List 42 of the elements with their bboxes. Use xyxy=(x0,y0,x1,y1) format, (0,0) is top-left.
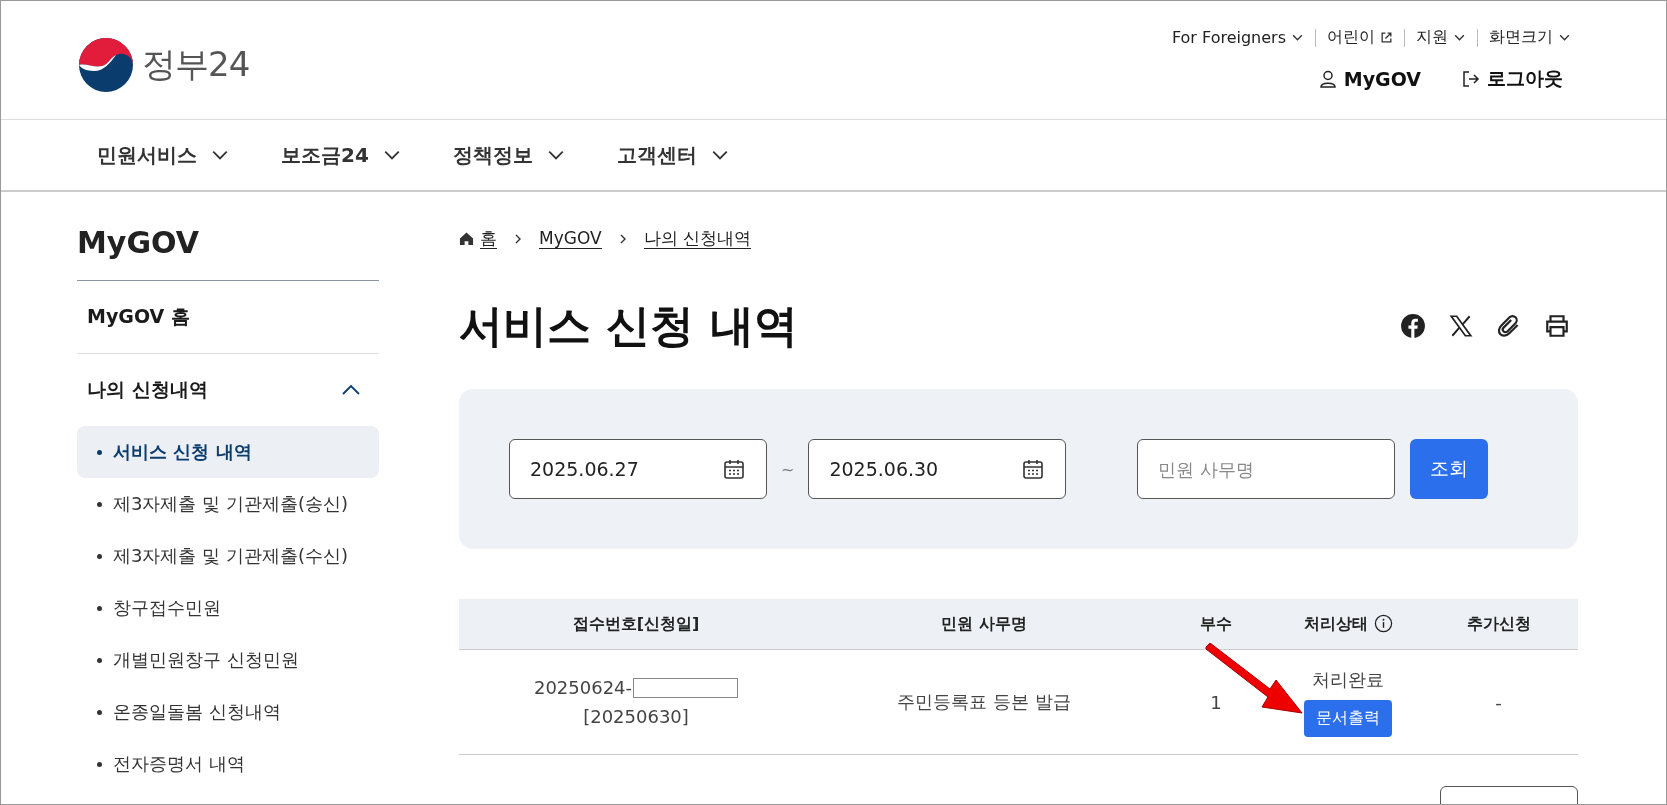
search-button[interactable]: 조회 xyxy=(1410,439,1489,499)
page-title: 서비스 신청 내역 xyxy=(459,298,798,353)
nav-menu-item[interactable]: 정책정보 xyxy=(452,141,565,169)
sidebar-subitem[interactable]: 온종일돌봄 신청내역 xyxy=(77,686,379,738)
breadcrumb-link[interactable]: 나의 신청내역 xyxy=(643,228,752,249)
column-header: 접수번호[신청일] xyxy=(572,613,700,633)
column-header: 추가신청 xyxy=(1466,613,1531,633)
top-link[interactable]: 지원 xyxy=(1405,27,1477,48)
user-link[interactable]: 로그아웃 xyxy=(1461,66,1563,92)
table-cell: 주민등록표 등본 발급 xyxy=(897,691,1071,712)
nav-menu-item[interactable]: 민원서비스 xyxy=(97,141,229,169)
status-text: 처리완료 xyxy=(1311,667,1385,692)
top-link[interactable]: 어린이 xyxy=(1316,27,1404,48)
search-field[interactable]: 민원 사무명 xyxy=(1137,439,1396,499)
sidebar-subitem[interactable]: 창구접수민원 xyxy=(77,582,379,634)
table-cell: - xyxy=(1495,691,1502,713)
sidebar-item[interactable]: MyGOV 홈 xyxy=(77,281,379,353)
sidebar-subitem[interactable]: 전자증명서 내역 xyxy=(77,738,379,790)
nav-menu-item[interactable]: 고객센터 xyxy=(616,141,729,169)
column-header: 민원 사무명 xyxy=(941,613,1027,633)
sidebar-subitem[interactable]: 개별민원창구 신청민원 xyxy=(77,634,379,686)
column-header: 처리상태 xyxy=(1303,613,1368,633)
sidebar-title: MyGOV xyxy=(77,225,379,281)
receipt-number: 20250624- xyxy=(533,677,633,698)
date-field[interactable]: 2025.06.27 xyxy=(509,439,767,499)
application-date: [20250630] xyxy=(582,706,690,727)
date-field[interactable]: 2025.06.30 xyxy=(808,439,1067,499)
range-separator: ~ xyxy=(781,459,795,479)
sidebar-item[interactable]: 나의 신청내역 xyxy=(77,354,379,426)
nav-menu-item[interactable]: 보조금24 xyxy=(281,141,401,169)
breadcrumb-link[interactable]: 홈 xyxy=(480,228,497,249)
table-cell: 1 xyxy=(1210,691,1222,713)
logo-text[interactable]: 정부24 xyxy=(142,42,250,88)
column-header: 부수 xyxy=(1200,613,1232,633)
top-link[interactable]: For Foreigners xyxy=(1160,28,1315,47)
sidebar-subitem[interactable]: 제3자제출 및 기관제출(수신) xyxy=(77,530,379,582)
sidebar-subitem[interactable]: 제3자제출 및 기관제출(송신) xyxy=(77,478,379,530)
top-link[interactable]: 화면크기 xyxy=(1478,27,1571,48)
sidebar-subitem[interactable]: 서비스 신청 내역 xyxy=(77,426,379,478)
user-link[interactable]: MyGOV xyxy=(1317,66,1421,92)
print-document-button[interactable]: 문서출력 xyxy=(1304,699,1392,737)
breadcrumb-link[interactable]: MyGOV xyxy=(539,228,602,249)
